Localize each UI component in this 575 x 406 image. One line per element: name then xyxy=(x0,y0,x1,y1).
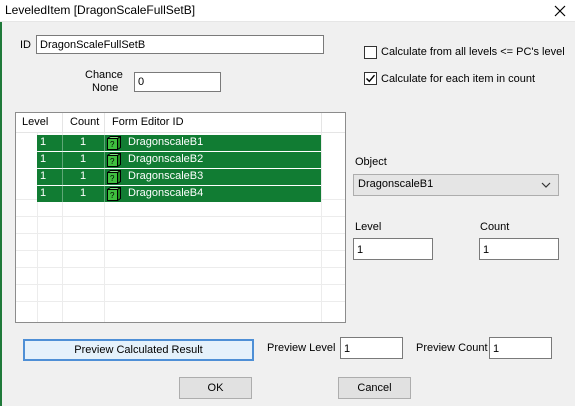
column-separator[interactable] xyxy=(104,113,105,133)
column-header-form-editor-id[interactable]: Form Editor ID xyxy=(112,116,184,128)
close-button[interactable] xyxy=(545,0,575,22)
preview-level-label: Preview Level xyxy=(267,342,336,354)
preview-calculated-result-button[interactable]: Preview Calculated Result xyxy=(23,339,254,361)
calc-all-levels-label: Calculate from all levels <= PC's level xyxy=(381,46,565,58)
row-count: 1 xyxy=(80,153,87,165)
row-separator xyxy=(104,152,105,168)
grid-line xyxy=(321,133,322,322)
row-editor-id: DragonscaleB1 xyxy=(128,136,204,148)
object-dropdown[interactable]: DragonscaleB1 xyxy=(353,174,559,196)
svg-text:?: ? xyxy=(110,157,115,166)
list-header: Level Count Form Editor ID xyxy=(16,113,345,133)
row-separator xyxy=(62,135,63,151)
preview-count-field[interactable]: 1 xyxy=(489,337,552,359)
level-field[interactable]: 1 xyxy=(353,238,433,260)
list-row[interactable]: 1 1 ? DragonscaleB3 xyxy=(37,169,321,185)
id-label: ID xyxy=(20,39,31,51)
svg-text:?: ? xyxy=(110,191,115,200)
chance-none-label-2: None xyxy=(92,82,119,94)
row-editor-id: DragonscaleB3 xyxy=(128,170,204,182)
row-separator xyxy=(62,169,63,185)
row-editor-id: DragonscaleB4 xyxy=(128,187,204,199)
grid-line xyxy=(16,233,345,234)
row-count: 1 xyxy=(80,187,87,199)
row-separator xyxy=(62,186,63,202)
grid-line xyxy=(16,216,345,217)
row-level: 1 xyxy=(40,136,47,148)
row-separator xyxy=(104,169,105,185)
row-separator xyxy=(104,135,105,151)
list-row[interactable]: 1 1 ? DragonscaleB1 xyxy=(37,135,321,151)
checkmark-icon xyxy=(366,74,376,83)
column-header-level[interactable]: Level xyxy=(22,116,48,128)
close-icon xyxy=(554,5,566,17)
calc-each-item-label: Calculate for each item in count xyxy=(381,73,536,85)
row-editor-id: DragonscaleB2 xyxy=(128,153,204,165)
window-title: LeveledItem [DragonScaleFullSetB] xyxy=(5,3,196,17)
column-separator[interactable] xyxy=(62,113,63,133)
column-header-count[interactable]: Count xyxy=(70,116,99,128)
calc-all-levels-checkbox[interactable] xyxy=(364,46,377,59)
count-field[interactable]: 1 xyxy=(479,238,559,260)
chance-none-label-1: Chance xyxy=(85,69,123,81)
ok-button[interactable]: OK xyxy=(179,377,252,399)
count-label: Count xyxy=(480,221,510,233)
grid-line xyxy=(16,301,345,302)
preview-count-label: Preview Count xyxy=(416,342,488,354)
calc-each-item-checkbox[interactable] xyxy=(364,72,377,85)
level-label: Level xyxy=(355,221,382,233)
preview-level-field[interactable]: 1 xyxy=(340,337,403,359)
list-row[interactable]: 1 1 ? DragonscaleB4 xyxy=(37,186,321,202)
armor-item-icon: ? xyxy=(107,136,121,150)
chevron-down-icon xyxy=(541,182,551,188)
grid-line xyxy=(16,250,345,251)
window-edge xyxy=(0,22,2,406)
armor-item-icon: ? xyxy=(107,153,121,167)
armor-item-icon: ? xyxy=(107,170,121,184)
row-count: 1 xyxy=(80,170,87,182)
grid-line xyxy=(16,267,345,268)
id-field[interactable]: DragonScaleFullSetB xyxy=(36,35,324,54)
svg-text:?: ? xyxy=(110,174,115,183)
grid-line xyxy=(16,284,345,285)
row-level: 1 xyxy=(40,170,47,182)
row-separator xyxy=(104,186,105,202)
object-label: Object xyxy=(355,156,387,168)
row-level: 1 xyxy=(40,187,47,199)
svg-text:?: ? xyxy=(110,140,115,149)
row-level: 1 xyxy=(40,153,47,165)
object-dropdown-value: DragonscaleB1 xyxy=(358,178,434,190)
column-separator[interactable] xyxy=(321,113,322,133)
cancel-button[interactable]: Cancel xyxy=(338,377,411,399)
chance-none-field[interactable]: 0 xyxy=(134,72,221,92)
row-count: 1 xyxy=(80,136,87,148)
row-separator xyxy=(62,152,63,168)
list-row[interactable]: 1 1 ? DragonscaleB2 xyxy=(37,152,321,168)
armor-item-icon: ? xyxy=(107,187,121,201)
leveled-list[interactable]: Level Count Form Editor ID 1 1 ? Dragons… xyxy=(15,112,346,323)
